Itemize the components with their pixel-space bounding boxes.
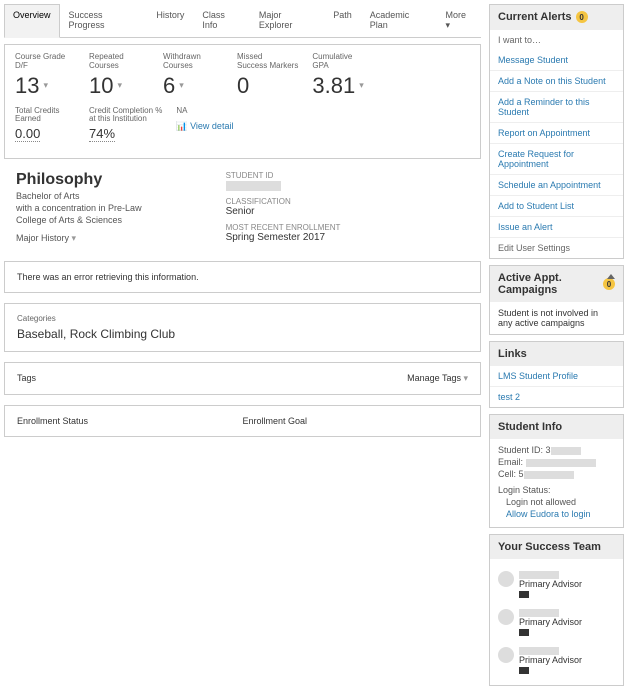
stat-withdrawn-courses[interactable]: WithdrawnCourses6▾ [163,53,223,99]
student-info-panel: Student Info Student ID: 3 Email: Cell: … [489,414,624,528]
campaigns-body: Student is not involved in any active ca… [490,302,623,334]
enrollment-label: MOST RECENT ENROLLMENT [226,223,341,232]
stat-cumulative-gpa[interactable]: CumulativeGPA3.81▾ [312,53,372,99]
chevron-down-icon: ▾ [179,80,184,91]
links-panel: Links LMS Student Profiletest 2 [489,341,624,408]
categories-label: Categories [17,314,468,323]
categories-panel: Categories Baseball, Rock Climbing Club [4,303,481,352]
action-add-a-note-on-this-student[interactable]: Add a Note on this Student [490,70,623,91]
stats-panel: Course GradeD/F13▾ RepeatedCourses10▾ With… [4,44,481,159]
enrollment-goal-label: Enrollment Goal [243,416,469,426]
program-degree: Bachelor of Arts [16,191,142,201]
campaigns-header[interactable]: Active Appt. Campaigns 0 [490,266,623,302]
avatar [498,571,514,587]
stat-total-credits-earned: Total CreditsEarned0.00 [15,107,75,143]
avatar [498,647,514,663]
enrollment-status-label: Enrollment Status [17,416,88,426]
tab-class-info[interactable]: Class Info [193,4,250,37]
tab-academic-plan[interactable]: Academic Plan [361,4,437,37]
login-status-label: Login Status: [498,485,615,495]
stat-course-grade-d-f[interactable]: Course GradeD/F13▾ [15,53,75,99]
program-title: Philosophy [16,171,142,189]
team-member[interactable]: Primary Advisor [498,565,615,593]
chevron-down-icon: ▾ [72,233,77,243]
alerts-panel: Current Alerts 0 I want to… Message Stud… [489,4,624,259]
alerts-header: Current Alerts 0 [490,5,623,29]
tab-path[interactable]: Path [324,4,361,37]
success-team-panel: Your Success Team Primary Advisor Primary… [489,534,624,686]
info-cell: Cell: 5 [498,469,615,479]
manage-tags-button[interactable]: Manage Tags ▾ [407,373,468,384]
error-message: There was an error retrieving this infor… [17,272,199,282]
tab-bar: OverviewSuccess ProgressHistoryClass Inf… [4,4,481,38]
student-info-header: Student Info [490,415,623,439]
redacted-id [226,181,281,191]
stat-credit-completion-at-this-institution: Credit Completion %at this Institution74… [89,107,162,143]
action-add-to-student-list[interactable]: Add to Student List [490,195,623,216]
i-want-to-label: I want to… [490,29,623,50]
major-history-link[interactable]: Major History ▾ [16,233,142,244]
campaigns-panel: Active Appt. Campaigns 0 Student is not … [489,265,624,335]
action-report-on-appointment[interactable]: Report on Appointment [490,122,623,143]
chevron-down-icon: ▾ [43,80,48,91]
program-college: College of Arts & Sciences [16,215,142,225]
tab-major-explorer[interactable]: Major Explorer [250,4,324,37]
stat-missed-success-markers: MissedSuccess Markers0 [237,53,298,99]
edit-user-settings-link[interactable]: Edit User Settings [490,237,623,258]
info-student-id: Student ID: 3 [498,445,615,455]
student-id-label: STUDENT ID [226,171,341,180]
chevron-down-icon: ▾ [359,80,364,91]
action-add-a-reminder-to-this-student[interactable]: Add a Reminder to this Student [490,91,623,122]
error-panel: There was an error retrieving this infor… [4,261,481,293]
team-member[interactable]: Primary Advisor [498,641,615,669]
mail-icon[interactable] [519,629,529,636]
info-email: Email: [498,457,615,467]
chevron-down-icon: ▾ [463,373,468,383]
enrollment-value: Spring Semester 2017 [226,232,341,243]
login-status-value: Login not allowed [498,497,615,507]
tags-label: Tags [17,373,36,384]
tab-overview[interactable]: Overview [4,4,60,38]
alerts-count-badge: 0 [576,11,588,23]
link-test-2[interactable]: test 2 [490,386,623,407]
classification-value: Senior [226,206,341,217]
mail-icon[interactable] [519,591,529,598]
action-issue-an-alert[interactable]: Issue an Alert [490,216,623,237]
avatar [498,609,514,625]
program-summary: Philosophy Bachelor of Arts with a conce… [4,169,154,251]
enrollment-panel: Enrollment Status Enrollment Goal [4,405,481,437]
links-header: Links [490,342,623,366]
action-create-request-for-appointment[interactable]: Create Request for Appointment [490,143,623,174]
categories-value: Baseball, Rock Climbing Club [17,327,468,341]
link-lms-student-profile[interactable]: LMS Student Profile [490,366,623,386]
mail-icon[interactable] [519,667,529,674]
student-classification: STUDENT ID CLASSIFICATION Senior MOST RE… [214,169,353,251]
stat-na: NA📊 View detail [176,107,236,143]
campaigns-count-badge: 0 [603,278,615,290]
stat-repeated-courses[interactable]: RepeatedCourses10▾ [89,53,149,99]
program-concentration: with a concentration in Pre-Law [16,203,142,213]
classification-label: CLASSIFICATION [226,197,341,206]
tab-history[interactable]: History [147,4,193,37]
success-team-header: Your Success Team [490,535,623,559]
tags-panel: Tags Manage Tags ▾ [4,362,481,395]
chevron-up-icon [607,274,615,279]
allow-login-link[interactable]: Allow Eudora to login [506,509,591,519]
team-member[interactable]: Primary Advisor [498,603,615,631]
chevron-down-icon: ▾ [117,80,122,91]
action-schedule-an-appointment[interactable]: Schedule an Appointment [490,174,623,195]
tab-more[interactable]: More ▾ [437,4,482,37]
action-message-student[interactable]: Message Student [490,50,623,70]
tab-success-progress[interactable]: Success Progress [60,4,148,37]
